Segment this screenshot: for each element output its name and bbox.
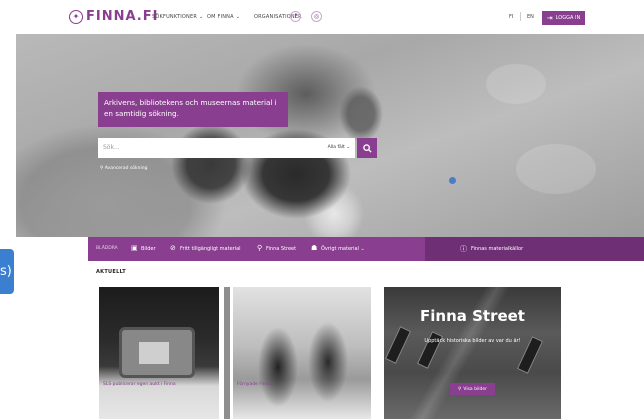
logo-text: FINNA.FI — [86, 9, 159, 24]
nav-label: OM FINNA — [207, 14, 234, 20]
map-pin-icon: ⚲ — [458, 386, 462, 392]
language-divider — [520, 12, 521, 21]
category-other-material[interactable]: Övrigt material ⌄ — [321, 246, 365, 252]
facebook-icon[interactable]: f — [290, 11, 301, 22]
finna-logo[interactable]: ✦ FINNA.FI — [69, 9, 158, 24]
login-button[interactable]: ⇥ LOGGA IN — [542, 11, 585, 25]
material-sources-link[interactable]: ⓘ Finnas materialkällor — [425, 237, 644, 261]
login-label: LOGGA IN — [555, 15, 581, 21]
category-images[interactable]: Bilder — [141, 246, 156, 252]
search-button[interactable] — [357, 138, 377, 158]
hero-texture — [486, 64, 546, 104]
show-images-button[interactable]: ⚲ Visa bilder — [450, 383, 495, 395]
chevron-down-icon: ⌄ — [235, 14, 241, 20]
news-heading: AKTUELLT — [96, 269, 126, 275]
category-bar: BLÄDDRA ▣ Bilder ⊘ Fritt tillgängligt ma… — [88, 237, 644, 261]
finna-logo-icon: ✦ — [69, 9, 83, 24]
search-icon — [362, 143, 372, 153]
page-left-margin — [0, 34, 16, 419]
advanced-search-link[interactable]: ⚲ Avancerad sökning — [100, 166, 147, 171]
chevron-down-icon: ⌄ — [199, 14, 204, 20]
advanced-search-icon: ⚲ — [100, 166, 104, 171]
nav-about-finna[interactable]: OM FINNA ⌄ — [207, 14, 240, 20]
show-images-label: Visa bilder — [463, 386, 487, 392]
search-scope-label: Alla fält — [327, 145, 345, 150]
hero-tagline: Arkivens, bibliotekens och museernas mat… — [98, 92, 288, 127]
hero-texture — [516, 144, 596, 194]
top-navigation: ✦ FINNA.FI SÖKFUNKTIONER ⌄ OM FINNA ⌄ ORGA… — [0, 0, 644, 34]
feedback-dot[interactable] — [449, 177, 456, 184]
nav-label: SÖKFUNKTIONER — [152, 14, 197, 20]
language-fi[interactable]: FI — [509, 14, 513, 20]
map-pin-icon: ⚲ — [257, 244, 263, 252]
tram-shape — [416, 331, 444, 369]
news-card[interactable]: SLS publicerar egen aukt i Finna — [99, 287, 219, 419]
card-edge — [224, 287, 230, 419]
material-sources-label: Finnas materialkällor — [471, 246, 524, 252]
category-finna-street[interactable]: Finna Street — [266, 246, 296, 252]
nav-search-functions[interactable]: SÖKFUNKTIONER ⌄ — [152, 14, 203, 20]
tram-shape — [384, 326, 412, 364]
info-icon: ⓘ — [460, 245, 467, 253]
news-card[interactable]: Förnyade Finna.fi — [233, 287, 371, 419]
search-placeholder: Sök... — [103, 144, 120, 151]
news-card-caption: SLS publicerar egen aukt i Finna — [103, 382, 176, 387]
card-image-detail — [139, 342, 169, 364]
search-scope-select[interactable]: Alla fält ⌄ — [328, 145, 350, 150]
open-access-icon: ⊘ — [170, 244, 176, 252]
category-open-material[interactable]: Fritt tillgängligt material — [180, 246, 241, 252]
finna-street-card[interactable]: Finna Street Upptäck historiska bilder a… — [384, 287, 561, 419]
login-icon: ⇥ — [546, 14, 553, 22]
category-other-label: Övrigt material — [321, 246, 359, 252]
side-feedback-button[interactable]: s) — [0, 249, 14, 294]
language-en[interactable]: EN — [527, 14, 534, 20]
advanced-search-label: Avancerad sökning — [104, 166, 148, 171]
other-material-icon: ☗ — [311, 244, 318, 252]
news-card-caption: Förnyade Finna.fi — [237, 382, 276, 387]
hero-image: Arkivens, bibliotekens och museernas mat… — [16, 34, 644, 237]
images-icon: ▣ — [131, 244, 138, 252]
finna-street-title: Finna Street — [420, 307, 525, 325]
search-input[interactable]: Sök... Alla fält ⌄ — [98, 138, 355, 158]
finna-street-subtitle: Upptäck historiska bilder av var du är! — [424, 338, 521, 344]
side-button-label: s) — [0, 264, 12, 279]
explore-label: BLÄDDRA — [96, 246, 118, 251]
instagram-icon[interactable]: ◎ — [311, 11, 322, 22]
